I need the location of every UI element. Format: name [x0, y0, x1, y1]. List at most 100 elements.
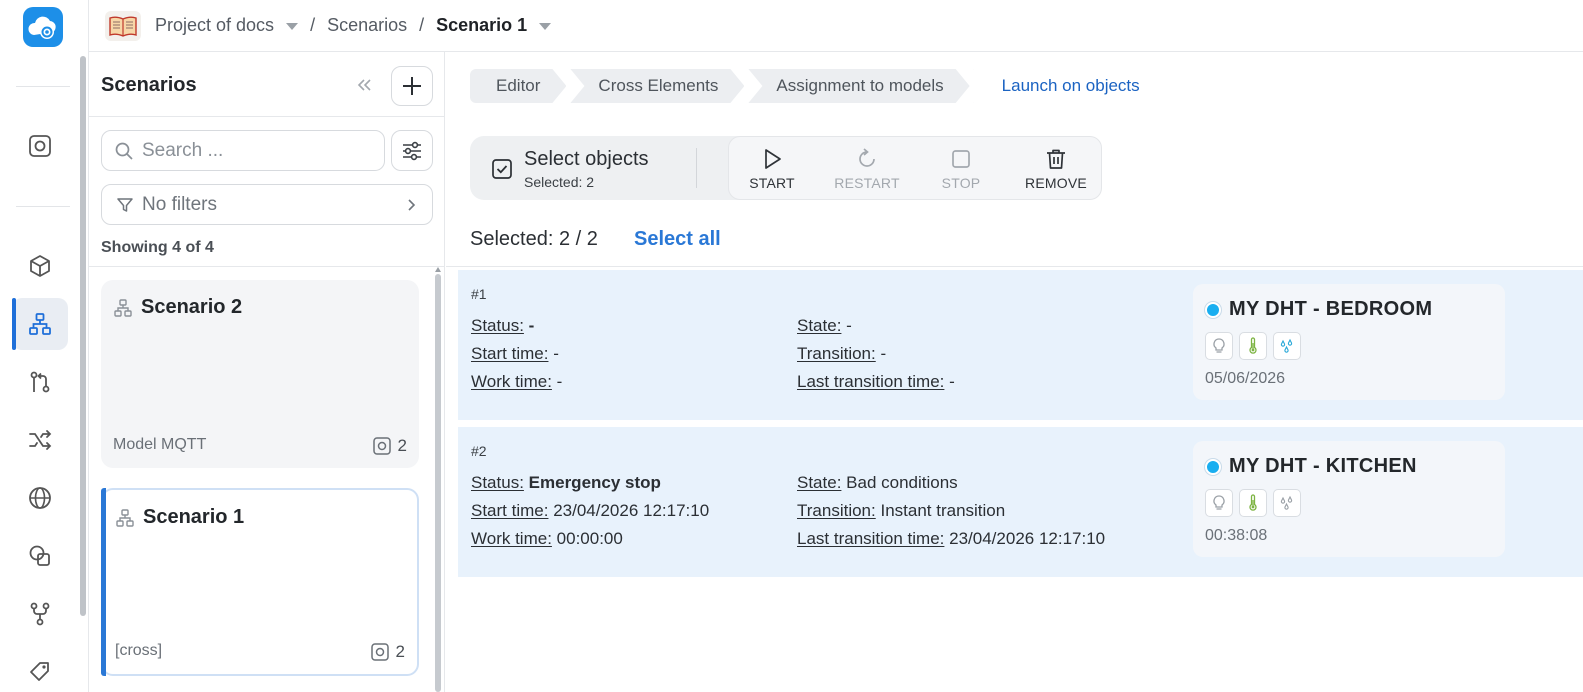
- filters-label: No filters: [142, 193, 217, 215]
- bulb-icon: [1205, 489, 1233, 517]
- object-row[interactable]: #2 Status: Emergency stop Start time: 23…: [458, 427, 1583, 577]
- select-objects-button[interactable]: Select objects Selected: 2: [490, 148, 649, 190]
- showing-count: Showing 4 of 4: [101, 239, 214, 256]
- rail-separator: [16, 206, 70, 207]
- step-launch-on-objects[interactable]: Launch on objects: [974, 69, 1166, 103]
- object-card[interactable]: MY DHT - BEDROOM 05/06/2026: [1193, 284, 1505, 400]
- rail-item-tags[interactable]: [12, 646, 68, 692]
- book-icon[interactable]: [105, 10, 141, 41]
- rail-item-objects[interactable]: [12, 120, 68, 172]
- select-objects-title: Select objects: [524, 148, 649, 170]
- funnel-icon: [117, 197, 133, 212]
- double-chevron-left-icon: [357, 79, 371, 91]
- hierarchy-icon: [116, 508, 134, 527]
- last-transition-value: 23/04/2026 12:17:10: [949, 529, 1106, 548]
- git-compare-icon: [30, 371, 50, 393]
- work-time-field: Work time: 00:00:00: [471, 529, 623, 549]
- select-objects-count: Selected: 2: [524, 174, 595, 190]
- scenario-card-model: Model MQTT: [113, 436, 207, 453]
- row-number: #2: [471, 443, 487, 459]
- add-scenario-button[interactable]: [391, 66, 433, 106]
- work-time-field: Work time: -: [471, 372, 562, 392]
- scenarios-panel: Scenarios No filters Showing 4 of 4 Scen…: [89, 52, 445, 692]
- object-name: MY DHT - BEDROOM: [1229, 298, 1433, 320]
- scenario-card-object-count: 2: [370, 642, 405, 662]
- last-transition-field: Last transition time: 23/04/2026 12:17:1…: [797, 529, 1105, 549]
- object-card[interactable]: MY DHT - KITCHEN 00:38:08: [1193, 441, 1505, 557]
- rail-item-branches[interactable]: [12, 588, 68, 640]
- remove-label: REMOVE: [1025, 175, 1087, 191]
- object-row[interactable]: #1 Status: - Start time: - Work time: - …: [458, 270, 1583, 420]
- rail-item-globe[interactable]: [12, 472, 68, 524]
- state-label: State:: [797, 473, 842, 492]
- trash-icon: [1047, 149, 1065, 169]
- rail-item-shuffle[interactable]: [12, 414, 68, 466]
- step-editor[interactable]: Editor: [470, 69, 566, 103]
- scenario-card-title: Scenario 1: [143, 506, 245, 528]
- last-transition-label: Last transition time:: [797, 372, 945, 391]
- scenario-card[interactable]: Scenario 2 Model MQTT 2: [101, 280, 419, 468]
- restart-button[interactable]: RESTART: [827, 147, 907, 191]
- cloud-logo-icon[interactable]: [23, 7, 63, 47]
- step-assignment-to-models[interactable]: Assignment to models: [748, 69, 969, 103]
- start-label: START: [749, 175, 795, 191]
- scroll-up-arrow-icon[interactable]: [435, 267, 441, 272]
- scenario-card-object-count: 2: [372, 436, 407, 456]
- project-dropdown-caret-icon[interactable]: [286, 23, 299, 30]
- scenario-card-title: Scenario 2: [141, 296, 243, 318]
- hierarchy-icon: [29, 313, 51, 335]
- last-transition-field: Last transition time: -: [797, 372, 955, 392]
- search-input[interactable]: [142, 139, 372, 162]
- start-time-label: Start time:: [471, 501, 549, 520]
- filters-dropdown[interactable]: No filters: [101, 184, 433, 225]
- overlap-shapes-icon: [29, 545, 50, 566]
- chevron-right-icon: [408, 198, 416, 211]
- start-button[interactable]: START: [732, 147, 812, 191]
- main-divider: [446, 266, 1583, 267]
- start-time-value: 23/04/2026 12:17:10: [553, 501, 710, 520]
- rail-item-pull-requests[interactable]: [12, 356, 68, 408]
- select-all-link[interactable]: Select all: [634, 228, 721, 251]
- breadcrumb-project[interactable]: Project of docs: [155, 15, 274, 36]
- restart-icon: [859, 148, 875, 167]
- remove-button[interactable]: REMOVE: [1016, 147, 1096, 191]
- step-cross-elements[interactable]: Cross Elements: [570, 69, 744, 103]
- start-time-field: Start time: -: [471, 344, 559, 364]
- search-icon: [115, 142, 133, 160]
- rail-scrollbar[interactable]: [80, 56, 86, 616]
- thermometer-icon: [1239, 332, 1267, 360]
- stop-button[interactable]: STOP: [921, 147, 1001, 191]
- breadcrumb-section[interactable]: Scenarios: [327, 15, 407, 36]
- transition-field: Transition: Instant transition: [797, 501, 1005, 521]
- git-fork-icon: [30, 602, 50, 626]
- work-time-label: Work time:: [471, 529, 552, 548]
- scenario-dropdown-caret-icon[interactable]: [539, 23, 552, 30]
- rail-item-scenarios[interactable]: [12, 298, 68, 350]
- rail-separator: [16, 86, 70, 87]
- globe-icon: [29, 487, 51, 509]
- toolbar-separator: [696, 148, 697, 188]
- main-content: Editor Cross Elements Assignment to mode…: [446, 52, 1583, 692]
- filter-settings-button[interactable]: [391, 130, 433, 171]
- work-time-value: 00:00:00: [556, 529, 623, 548]
- app-rail: [0, 0, 89, 692]
- square-target-icon: [29, 135, 51, 157]
- object-last-seen: 05/06/2026: [1205, 370, 1286, 387]
- rail-item-models[interactable]: [12, 240, 68, 292]
- plus-icon: [403, 77, 421, 95]
- bulb-icon: [1205, 332, 1233, 360]
- breadcrumb-current[interactable]: Scenario 1: [436, 15, 527, 36]
- search-box[interactable]: [101, 130, 385, 171]
- online-status-dot: [1205, 301, 1221, 318]
- panel-scrollbar[interactable]: [435, 274, 441, 692]
- selection-count: Selected: 2 / 2: [470, 228, 598, 250]
- scenario-card-selected[interactable]: Scenario 1 [cross] 2: [101, 488, 419, 676]
- collapse-panel-button[interactable]: [351, 72, 377, 98]
- stop-label: STOP: [941, 175, 981, 191]
- rail-item-shapes[interactable]: [12, 530, 68, 582]
- panel-title: Scenarios: [101, 74, 197, 96]
- scenario-card-model: [cross]: [115, 642, 163, 659]
- play-icon: [765, 149, 781, 169]
- square-target-icon: [370, 643, 389, 661]
- status-field: Status: Emergency stop: [471, 473, 661, 493]
